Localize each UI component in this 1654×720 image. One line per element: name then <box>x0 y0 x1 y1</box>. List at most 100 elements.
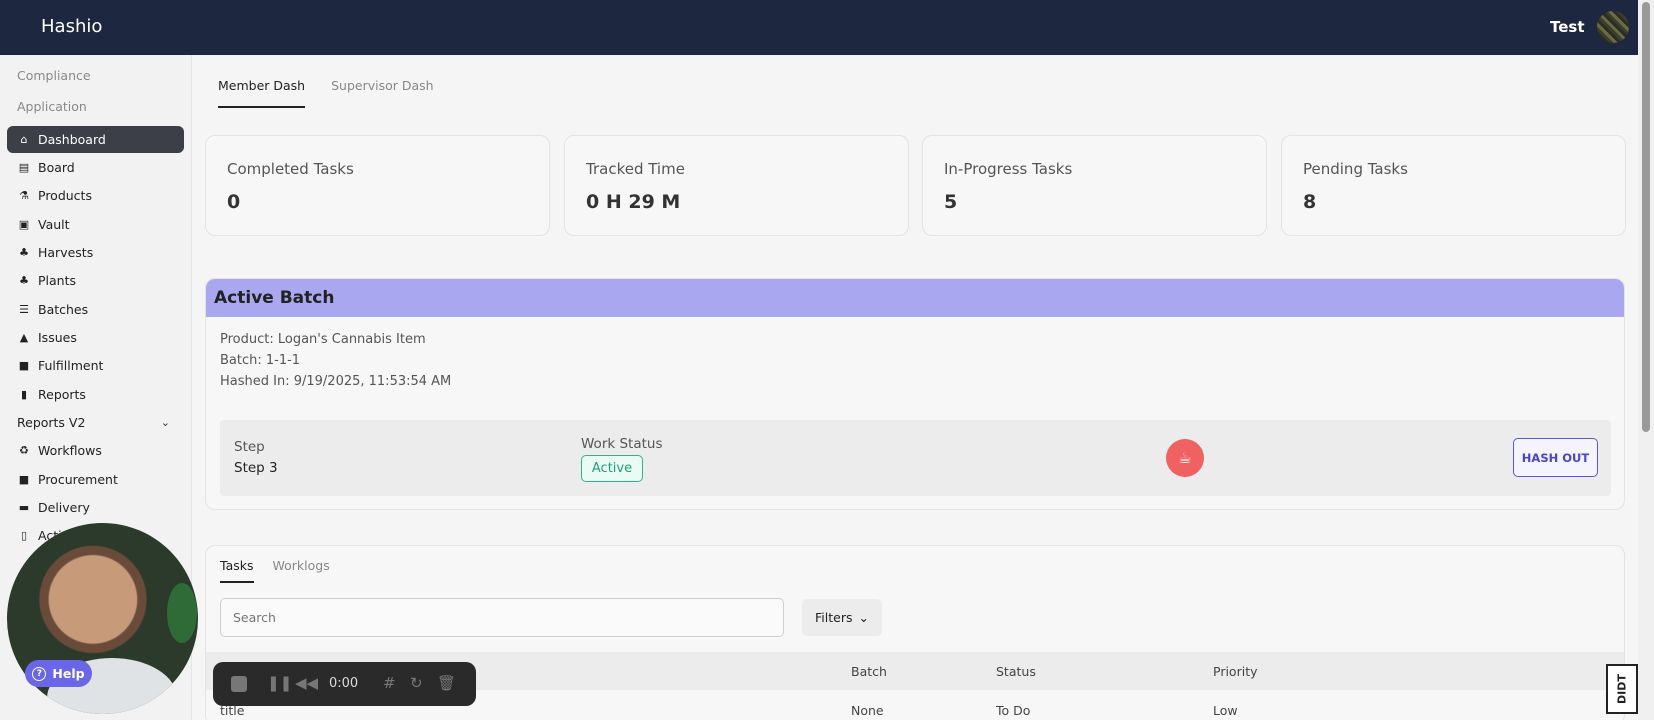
tab-supervisor-dash[interactable]: Supervisor Dash <box>331 78 433 108</box>
active-batch-panel: Active Batch Product: Logan's Cannabis I… <box>205 278 1625 510</box>
chevron-down-icon: ⌄ <box>160 416 170 429</box>
stat-card-completed-tasks: Completed Tasks 0 <box>205 135 550 236</box>
tab-tasks[interactable]: Tasks <box>220 558 254 583</box>
step-value: Step 3 <box>234 460 278 476</box>
grid-icon[interactable]: # <box>383 674 396 692</box>
stat-card-in-progress-tasks: In-Progress Tasks 5 <box>922 135 1267 236</box>
sidebar-item-label: Products <box>38 188 92 203</box>
sidebar-item-label: Dashboard <box>38 132 106 147</box>
search-input[interactable] <box>220 598 784 637</box>
stat-value: 8 <box>1303 191 1317 213</box>
sidebar-item-vault[interactable]: ▣ Vault <box>7 211 184 238</box>
step-label: Step <box>234 439 265 455</box>
vault-icon: ▣ <box>18 218 30 231</box>
sidebar-item-label: Issues <box>38 330 77 345</box>
step-row: Step Step 3 Work Status Active ☕ HASH OU… <box>220 420 1611 496</box>
sidebar-item-batches[interactable]: ☰ Batches <box>7 296 184 323</box>
board-icon: ▤ <box>18 161 30 174</box>
column-header-status[interactable]: Status <box>996 664 1036 679</box>
sidebar-item-label: Vault <box>38 217 70 232</box>
column-header-priority[interactable]: Priority <box>1213 664 1258 679</box>
rewind-icon[interactable]: ◀◀ <box>295 674 318 692</box>
home-icon: ⌂ <box>20 133 28 146</box>
scrollbar-thumb[interactable] <box>1642 2 1650 432</box>
sidebar-item-reports-v2[interactable]: Reports V2 ⌄ <box>7 409 184 436</box>
task-priority-cell: Low <box>1213 703 1238 718</box>
stat-card-tracked-time: Tracked Time 0 H 29 M <box>564 135 909 236</box>
chevron-down-icon: ⌄ <box>858 610 869 625</box>
sidebar-item-dashboard[interactable]: ⌂ Dashboard <box>7 126 184 153</box>
sidebar-section-application[interactable]: Application <box>17 99 87 114</box>
status-badge: Active <box>581 455 643 482</box>
sidebar-item-harvests[interactable]: ♣ Harvests <box>7 239 184 266</box>
sidebar-item-procurement[interactable]: ■ Procurement <box>7 466 184 493</box>
sprout-icon: ♣ <box>19 246 29 259</box>
flask-icon: ⚗ <box>19 189 29 202</box>
filters-label: Filters <box>815 610 853 625</box>
sidebar-item-label: Fulfillment <box>38 358 104 373</box>
layers-icon: ☰ <box>19 303 29 316</box>
task-status-cell: To Do <box>996 703 1031 718</box>
sprout-icon: ♣ <box>19 274 29 287</box>
tab-worklogs[interactable]: Worklogs <box>273 558 330 583</box>
coffee-icon: ☕ <box>1178 449 1192 467</box>
sidebar-section-compliance[interactable]: Compliance <box>17 68 91 83</box>
sidebar-item-products[interactable]: ⚗ Products <box>7 182 184 209</box>
sidebar-item-label: Plants <box>38 273 77 288</box>
stat-card-pending-tasks: Pending Tasks 8 <box>1281 135 1626 236</box>
tab-member-dash[interactable]: Member Dash <box>218 78 306 108</box>
trash-icon[interactable]: 🗑 <box>437 674 456 692</box>
hash-out-button[interactable]: HASH OUT <box>1513 438 1598 477</box>
page-scrollbar[interactable] <box>1638 0 1654 720</box>
bar-chart-icon: ▮ <box>20 388 28 401</box>
sidebar-item-label: Workflows <box>38 443 102 458</box>
stat-label: Pending Tasks <box>1303 160 1408 178</box>
dashboard-tabs: Member Dash Supervisor Dash <box>218 78 434 108</box>
recycle-icon: ♻ <box>19 444 29 457</box>
corner-badge: DIDT <box>1606 664 1638 714</box>
avatar[interactable] <box>1597 11 1629 43</box>
brand-logo[interactable]: Hashio <box>41 16 102 37</box>
sidebar-item-workflows[interactable]: ♻ Workflows <box>7 437 184 464</box>
work-status-label: Work Status <box>581 436 663 452</box>
sidebar-item-label: Harvests <box>38 245 94 260</box>
box-icon: ■ <box>18 359 30 372</box>
tasks-tabs: Tasks Worklogs <box>220 558 330 583</box>
sidebar-item-label: Batches <box>38 302 89 317</box>
sidebar-item-label: Delivery <box>38 500 90 515</box>
question-icon: ? <box>32 666 47 681</box>
sidebar-item-reports[interactable]: ▮ Reports <box>7 381 184 408</box>
user-name[interactable]: Test <box>1550 18 1585 36</box>
column-header-batch[interactable]: Batch <box>851 664 887 679</box>
stat-value: 0 H 29 M <box>586 191 681 213</box>
sidebar-item-delivery[interactable]: ▬ Delivery <box>7 494 184 521</box>
stat-value: 0 <box>227 191 241 213</box>
filters-button[interactable]: Filters ⌄ <box>802 599 882 636</box>
clipboard-icon: ▯ <box>20 529 28 542</box>
webcam-background-plant <box>167 583 197 643</box>
break-button[interactable]: ☕ <box>1166 439 1204 477</box>
truck-icon: ▬ <box>18 501 30 514</box>
stat-label: Tracked Time <box>586 160 685 178</box>
sidebar-item-plants[interactable]: ♣ Plants <box>7 267 184 294</box>
stop-icon[interactable] <box>231 676 247 692</box>
task-batch-cell: None <box>851 703 884 718</box>
pause-icon[interactable]: ❚❚ <box>267 674 292 692</box>
active-batch-title: Active Batch <box>214 288 335 308</box>
sidebar-item-label: Reports V2 <box>17 415 86 430</box>
help-label: Help <box>52 666 85 681</box>
stat-value: 5 <box>944 191 958 213</box>
batch-number: Batch: 1-1-1 <box>220 353 301 368</box>
bag-icon: ■ <box>18 473 30 486</box>
sidebar-item-fulfillment[interactable]: ■ Fulfillment <box>7 352 184 379</box>
sidebar-item-issues[interactable]: ▲ Issues <box>7 324 184 351</box>
stat-label: In-Progress Tasks <box>944 160 1073 178</box>
sidebar-item-label: Board <box>38 160 75 175</box>
sidebar-item-board[interactable]: ▤ Board <box>7 154 184 181</box>
batch-hashed-in: Hashed In: 9/19/2025, 11:53:54 AM <box>220 374 452 389</box>
restart-icon[interactable]: ↻ <box>410 674 423 692</box>
top-bar: Hashio Test <box>0 0 1638 55</box>
active-batch-header: Active Batch <box>206 279 1624 317</box>
sidebar-item-label: Procurement <box>38 472 118 487</box>
help-button[interactable]: ? Help <box>25 660 92 687</box>
